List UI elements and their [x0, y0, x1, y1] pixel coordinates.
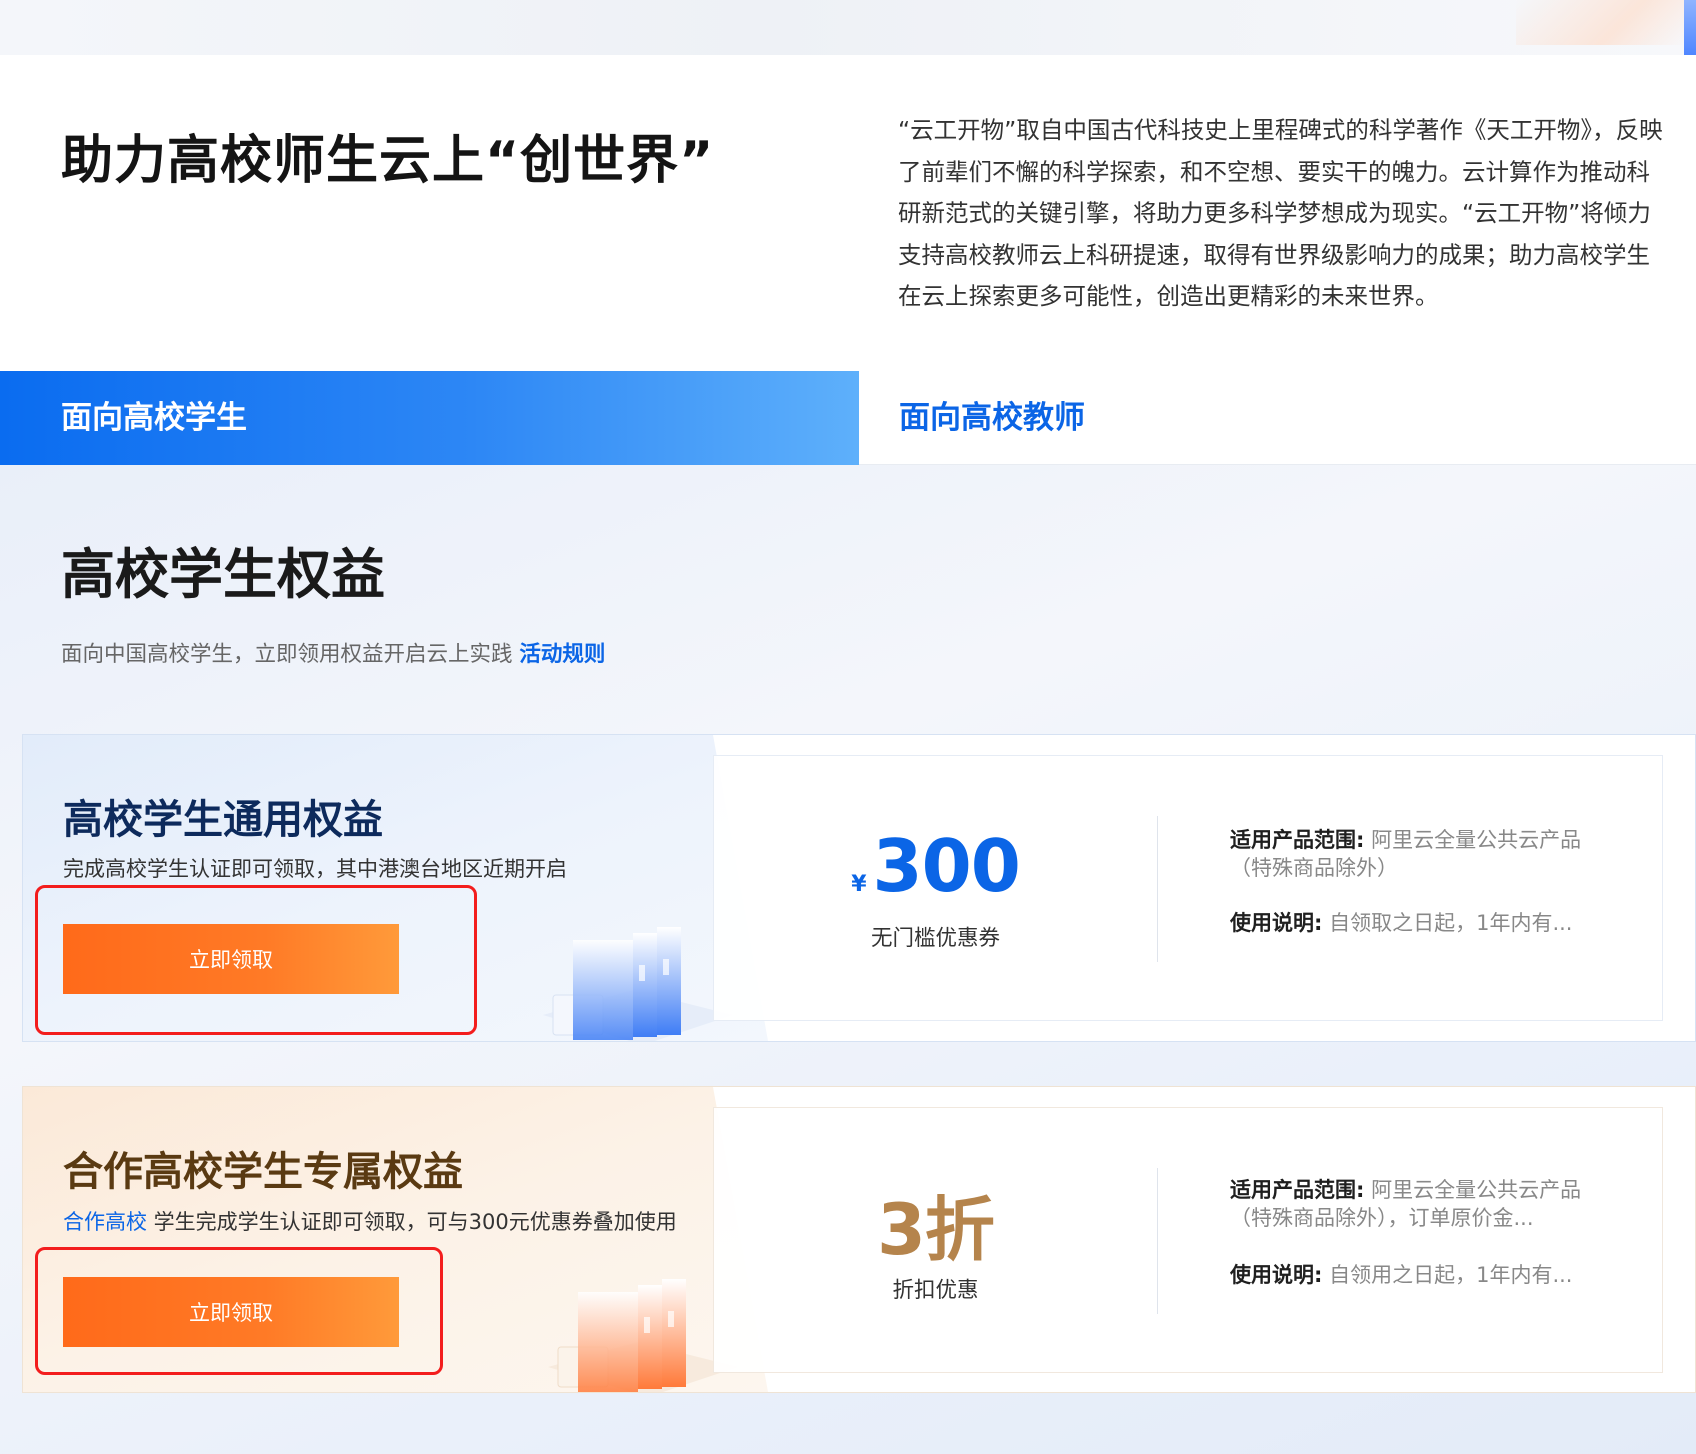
usage-text: 自领取之日起，1年内有... [1329, 911, 1573, 935]
discount-label: 折扣优惠 [892, 1278, 979, 1303]
scope-label: 适用产品范围: [1230, 1178, 1365, 1202]
usage-label: 使用说明: [1230, 1263, 1323, 1287]
claim-button[interactable]: 立即领取 [63, 924, 399, 994]
product-scope: 适用产品范围: 阿里云全量公共云产品（特殊商品除外） [1230, 826, 1610, 882]
card-description-text: 学生完成学生认证即可领取，可与300元优惠券叠加使用 [147, 1210, 677, 1234]
section-subtitle-text: 面向中国高校学生，立即领用权益开启云上实践 [61, 642, 513, 667]
product-scope: 适用产品范围: 阿里云全量公共云产品（特殊商品除外），订单原价金... [1230, 1176, 1610, 1232]
partner-benefit-card: 合作高校学生专属权益 合作高校 学生完成学生认证即可领取，可与300元优惠券叠加… [22, 1086, 1696, 1393]
divider [1157, 1168, 1158, 1314]
usage-notes: 使用说明: 自领用之日起，1年内有... [1230, 1261, 1610, 1289]
hero-description: “云工开物”取自中国古代科技史上里程碑式的科学著作《天工开物》，反映了前辈们不懈… [898, 116, 1663, 310]
audience-tabs: 面向高校学生 面向高校教师 [0, 371, 1696, 465]
usage-notes: 使用说明: 自领取之日起，1年内有... [1230, 909, 1610, 937]
coupon-value: 300 [872, 824, 1021, 908]
section-title: 高校学生权益 [61, 543, 385, 606]
coupon-amount: ¥300 [714, 824, 1157, 908]
coupon-label: 无门槛优惠券 [870, 926, 1000, 951]
activity-rules-link[interactable]: 活动规则 [519, 642, 605, 667]
card-title: 高校学生通用权益 [63, 797, 383, 843]
coupon-details: ¥300 无门槛优惠券 适用产品范围: 阿里云全量公共云产品（特殊商品除外） 使… [713, 755, 1663, 1021]
scrollbar-edge [1684, 0, 1696, 55]
card-left-panel: 合作高校学生专属权益 合作高校 学生完成学生认证即可领取，可与300元优惠券叠加… [23, 1087, 768, 1392]
banner-decoration [1516, 0, 1686, 45]
card-description: 完成高校学生认证即可领取，其中港澳台地区近期开启 [63, 857, 567, 881]
currency-symbol: ¥ [851, 872, 867, 897]
card-left-panel: 高校学生通用权益 完成高校学生认证即可领取，其中港澳台地区近期开启 立即领取 [23, 735, 768, 1041]
tab-students[interactable]: 面向高校学生 [0, 371, 859, 465]
general-benefit-card: 高校学生通用权益 完成高校学生认证即可领取，其中港澳台地区近期开启 立即领取 ¥… [22, 734, 1696, 1042]
hero-title: 助力高校师生云上“创世界” [61, 131, 715, 191]
discount-value: 3折 [877, 1189, 995, 1271]
usage-text: 自领用之日起，1年内有... [1329, 1263, 1573, 1287]
usage-label: 使用说明: [1230, 911, 1323, 935]
section-subtitle: 面向中国高校学生，立即领用权益开启云上实践 活动规则 [61, 637, 605, 668]
card-title: 合作高校学生专属权益 [63, 1149, 463, 1195]
card-description: 合作高校 学生完成学生认证即可领取，可与300元优惠券叠加使用 [63, 1206, 677, 1236]
server-illustration-icon [543, 927, 733, 1041]
tab-teachers[interactable]: 面向高校教师 [859, 371, 1696, 465]
discount-amount: 3折 [714, 1174, 1157, 1275]
claim-button[interactable]: 立即领取 [63, 1277, 399, 1347]
divider [1157, 816, 1158, 962]
partner-universities-link[interactable]: 合作高校 [63, 1210, 147, 1234]
discount-details: 3折 折扣优惠 适用产品范围: 阿里云全量公共云产品（特殊商品除外），订单原价金… [713, 1107, 1663, 1373]
top-banner-strip [0, 0, 1696, 55]
scope-label: 适用产品范围: [1230, 828, 1365, 852]
